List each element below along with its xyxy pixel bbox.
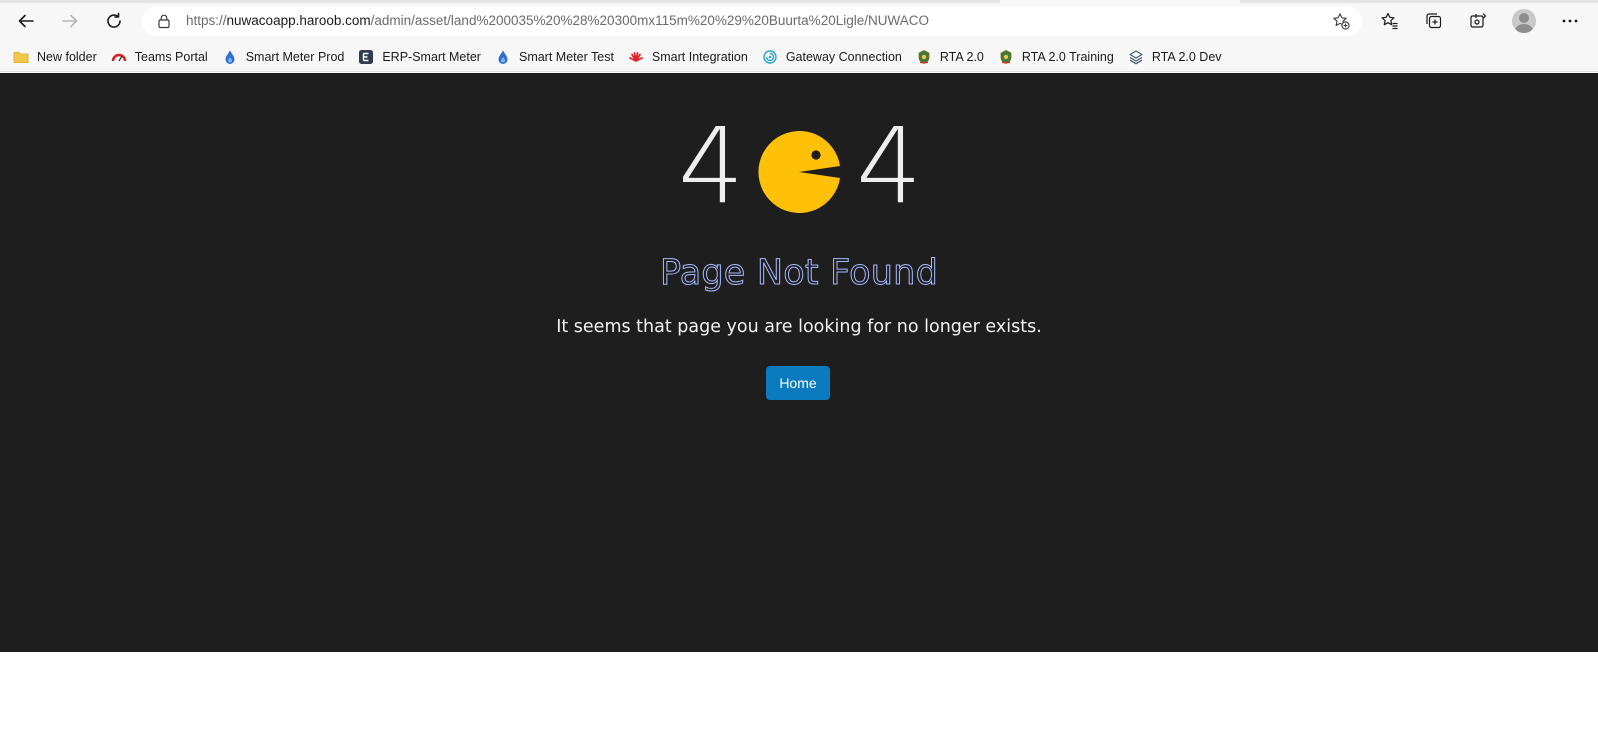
lock-icon[interactable]	[156, 13, 172, 29]
gauge-icon	[110, 48, 128, 66]
extensions-button[interactable]	[1462, 6, 1494, 36]
bookmark-gateway-connection[interactable]: Gateway Connection	[759, 44, 909, 70]
bookmark-label: Smart Meter Test	[518, 49, 614, 64]
bookmark-erp-smart-meter[interactable]: ERP-Smart Meter	[355, 44, 488, 70]
bookmark-smart-integration[interactable]: Smart Integration	[625, 44, 755, 70]
refresh-button[interactable]	[98, 6, 130, 36]
emblem-icon	[915, 48, 933, 66]
bookmark-new-folder[interactable]: New folder	[10, 44, 104, 70]
huawei-icon	[627, 48, 645, 66]
water-drop-icon	[494, 48, 512, 66]
browser-toolbar: https://nuwacoapp.haroob.com/admin/asset…	[0, 0, 1598, 42]
bookmark-label: Gateway Connection	[785, 49, 902, 64]
bookmark-rta-2-0-dev[interactable]: RTA 2.0 Dev	[1125, 44, 1229, 70]
bookmark-label: Smart Meter Prod	[245, 49, 345, 64]
error-digit-first: 4	[678, 105, 745, 227]
back-arrow-icon	[18, 14, 34, 28]
bookmark-teams-portal[interactable]: Teams Portal	[108, 44, 215, 70]
layers-icon	[1127, 48, 1145, 66]
bookmarks-bar: New folder Teams Portal Smart Meter Prod…	[0, 42, 1598, 72]
water-drop-icon	[221, 48, 239, 66]
more-dots-icon	[1562, 19, 1578, 23]
collections-button[interactable]	[1418, 6, 1450, 36]
favorites-button[interactable]	[1374, 6, 1406, 36]
collections-icon	[1426, 13, 1442, 29]
pacman-icon	[758, 131, 840, 213]
emblem-icon	[997, 48, 1015, 66]
bookmark-label: RTA 2.0 Training	[1021, 49, 1114, 64]
error-digit-last: 4	[856, 105, 923, 227]
folder-icon	[12, 48, 30, 66]
bookmark-label: RTA 2.0 Dev	[1151, 49, 1222, 64]
bookmark-rta-2-0-training[interactable]: RTA 2.0 Training	[995, 44, 1121, 70]
bookmark-smart-meter-test[interactable]: Smart Meter Test	[492, 44, 621, 70]
bookmark-label: RTA 2.0	[939, 49, 984, 64]
url-scheme: https://	[186, 13, 227, 28]
forward-button[interactable]	[54, 6, 86, 36]
page-title: Page Not Found	[660, 253, 939, 294]
error-message: It seems that page you are looking for n…	[556, 317, 1042, 337]
extension-icon	[1470, 13, 1487, 28]
settings-menu-button[interactable]	[1554, 6, 1586, 36]
e-letter-icon	[357, 48, 375, 66]
tab-strip-edge	[0, 0, 1598, 3]
profile-avatar[interactable]	[1512, 9, 1536, 33]
back-button[interactable]	[10, 6, 42, 36]
forward-arrow-icon	[62, 14, 78, 28]
url-host: nuwacoapp.haroob.com	[226, 13, 371, 28]
spiral-icon	[761, 48, 779, 66]
url-path: /admin/asset/land%200035%20%28%20300mx11…	[370, 13, 929, 28]
bookmark-label: ERP-Smart Meter	[382, 49, 481, 64]
bookmark-label: Teams Portal	[134, 49, 208, 64]
bookmark-smart-meter-prod[interactable]: Smart Meter Prod	[219, 44, 352, 70]
error-code: 4 4	[0, 111, 1598, 221]
favorites-list-icon	[1381, 12, 1398, 30]
bookmark-label: New folder	[37, 49, 97, 64]
address-bar[interactable]: https://nuwacoapp.haroob.com/admin/asset…	[142, 6, 1362, 36]
refresh-icon	[107, 12, 121, 28]
bookmark-label: Smart Integration	[651, 49, 748, 64]
add-favorite-icon[interactable]	[1332, 12, 1350, 30]
home-button[interactable]: Home	[766, 366, 830, 400]
bookmark-rta-2-0[interactable]: RTA 2.0	[913, 44, 991, 70]
page-viewport: 4 4 Page Not Found It seems that page yo…	[0, 73, 1598, 652]
url-text[interactable]: https://nuwacoapp.haroob.com/admin/asset…	[186, 13, 929, 28]
